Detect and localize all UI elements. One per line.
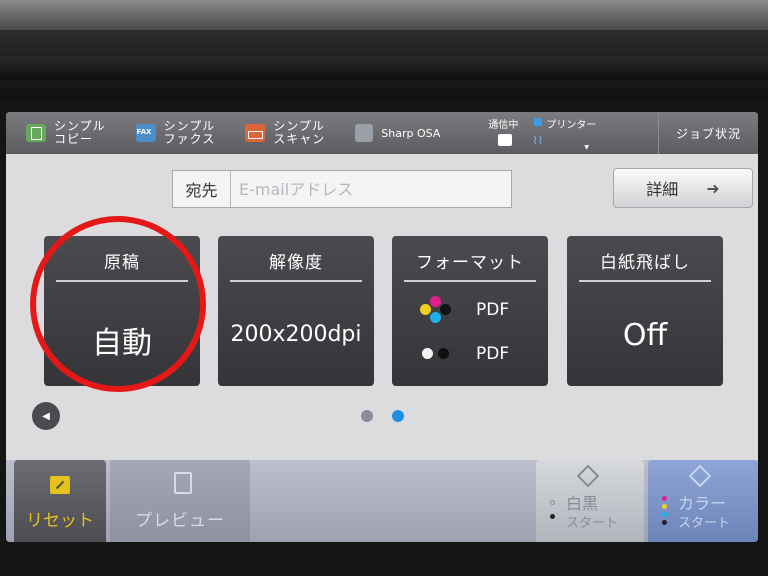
previous-page-button[interactable]: ◀ <box>32 402 60 430</box>
color-start-line1: カラー <box>678 494 727 513</box>
device-bezel <box>0 0 768 100</box>
simple-fax-label: シンプル ファクス <box>163 119 216 146</box>
printer-status-indicator <box>534 118 543 126</box>
mono-format-value: PDF <box>476 344 510 364</box>
resolution-title: 解像度 <box>269 253 323 273</box>
page-indicator-2[interactable] <box>392 410 404 422</box>
reset-button[interactable]: リセット <box>14 460 106 542</box>
resolution-value: 200x200dpi <box>230 322 362 347</box>
format-setting-card[interactable]: フォーマット PDF PDF <box>392 236 548 386</box>
device-status[interactable]: 通信中 プリンター ⌇⌇ ▼ <box>488 112 608 154</box>
email-address-input[interactable] <box>231 179 501 199</box>
preview-label: プレビュー <box>135 511 225 531</box>
black-dot <box>438 348 449 359</box>
detail-button-label: 詳細 <box>646 180 679 199</box>
card-divider <box>579 280 711 282</box>
reset-icon <box>50 476 70 494</box>
comm-status-text: 通信中 <box>488 120 519 131</box>
cyan-dot <box>430 312 441 323</box>
bezel-plate <box>0 0 768 30</box>
cyan-dot <box>662 512 667 517</box>
chevron-down-icon: ▼ <box>584 144 589 151</box>
bezel-groove <box>0 56 768 80</box>
resolution-setting-card[interactable]: 解像度 200x200dpi <box>218 236 374 386</box>
color-start-button[interactable]: カラー スタート <box>648 460 758 542</box>
black-dot <box>550 514 555 519</box>
color-format-value: PDF <box>476 300 510 320</box>
card-divider <box>404 280 536 282</box>
job-status-button[interactable]: ジョブ状況 <box>658 112 758 154</box>
start-diamond-icon <box>688 464 712 488</box>
sharp-osa-button[interactable]: Sharp OSA <box>335 112 450 154</box>
printer-status-text: プリンター <box>546 120 597 131</box>
detail-button[interactable]: 詳細 ➜ <box>613 168 753 208</box>
bw-start-line1: 白黒 <box>566 494 599 513</box>
osa-icon <box>355 124 374 142</box>
scan-icon <box>245 124 266 142</box>
bw-start-line2: スタート <box>566 516 619 531</box>
mono-format-row: PDF <box>392 340 548 370</box>
magenta-dot <box>662 496 667 501</box>
network-icon: ⌇⌇ <box>532 134 544 147</box>
black-dot <box>662 520 667 525</box>
simple-scan-button[interactable]: シンプル スキャン <box>225 112 335 154</box>
format-title: フォーマット <box>416 253 524 273</box>
top-bar: シンプル コピー シンプル ファクス シンプル スキャン Sharp OSA 通… <box>6 112 758 154</box>
preview-icon <box>174 472 192 494</box>
touch-screen: シンプル コピー シンプル ファクス シンプル スキャン Sharp OSA 通… <box>6 112 758 542</box>
simple-copy-label: シンプル コピー <box>54 119 106 146</box>
bottom-bar: リセット プレビュー 白黒 スタート カラー スタート <box>6 460 758 542</box>
color-start-line2: スタート <box>678 516 731 531</box>
color-format-row: PDF <box>392 296 548 326</box>
simple-fax-button[interactable]: シンプル ファクス <box>116 112 226 154</box>
chevron-left-icon: ◀ <box>42 410 50 422</box>
white-dot <box>550 500 555 505</box>
red-annotation-circle <box>30 216 206 392</box>
page-indicator-1[interactable] <box>361 410 373 422</box>
simple-scan-label: シンプル スキャン <box>273 119 326 146</box>
start-diamond-icon <box>576 464 600 488</box>
reset-label: リセット <box>26 511 94 531</box>
fax-icon <box>135 124 156 142</box>
destination-label: 宛先 <box>173 171 231 207</box>
blank-page-skip-card[interactable]: 白紙飛ばし Off <box>567 236 723 386</box>
card-divider <box>230 280 362 282</box>
computer-icon <box>498 134 513 146</box>
arrow-right-icon: ➜ <box>706 178 720 198</box>
simple-copy-button[interactable]: シンプル コピー <box>6 112 116 154</box>
yellow-dot <box>662 504 667 509</box>
preview-button[interactable]: プレビュー <box>110 460 250 542</box>
yellow-dot <box>420 304 431 315</box>
sharp-osa-label: Sharp OSA <box>381 126 441 140</box>
copy-icon <box>26 124 46 142</box>
bw-start-button[interactable]: 白黒 スタート <box>536 460 644 542</box>
black-dot <box>440 304 451 315</box>
destination-field[interactable]: 宛先 <box>172 170 512 208</box>
blank-page-skip-title: 白紙飛ばし <box>600 253 690 273</box>
blank-page-skip-value: Off <box>622 318 668 353</box>
color-dots-icon <box>430 296 441 307</box>
mono-dots-icon <box>422 348 433 359</box>
